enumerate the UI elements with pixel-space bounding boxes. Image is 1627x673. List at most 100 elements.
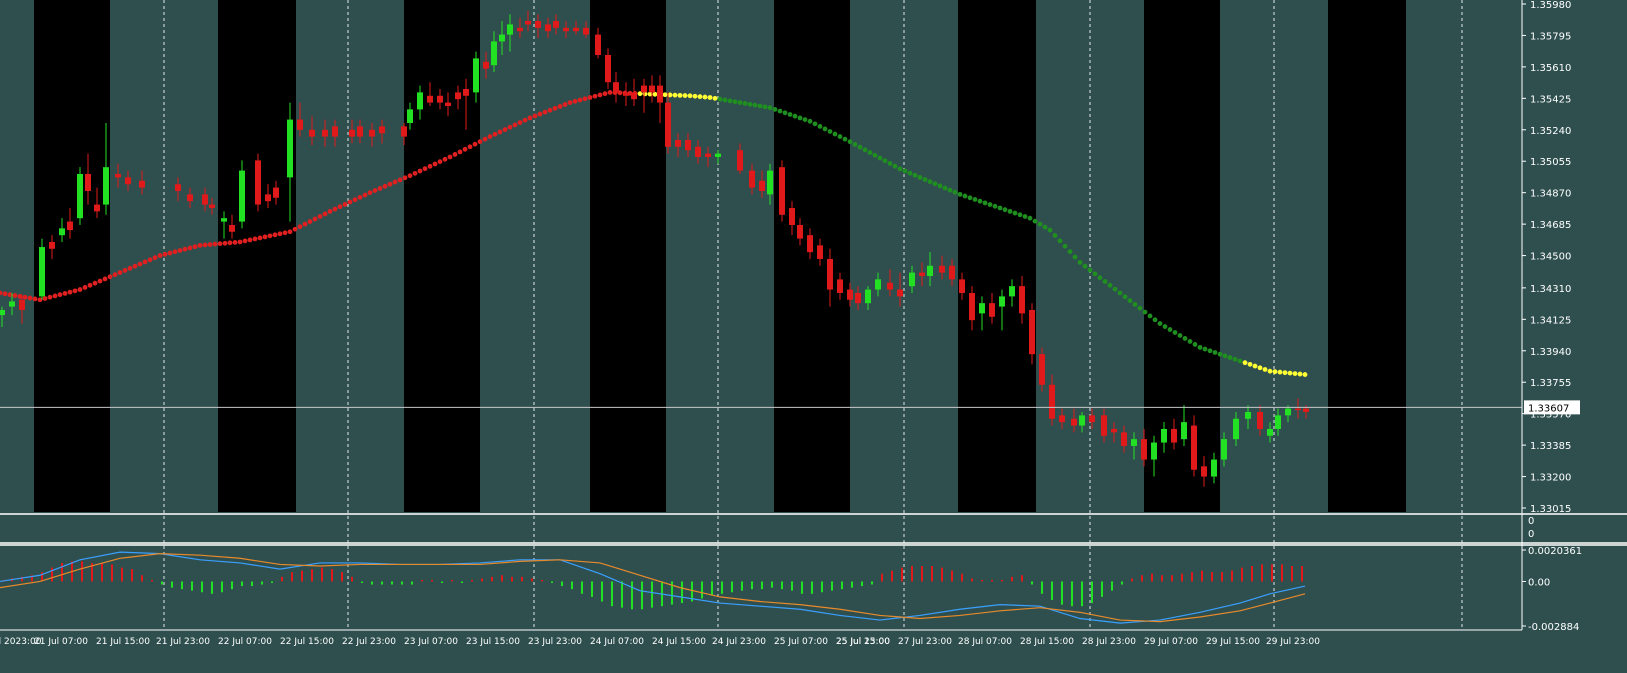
candle-body: [229, 224, 235, 232]
candle-body: [553, 20, 559, 28]
trend-dot: [1292, 371, 1298, 376]
candle-body: [535, 20, 541, 28]
trend-dot: [682, 93, 688, 98]
trend-dot: [677, 92, 683, 98]
trend-dot: [792, 113, 798, 119]
trend-dot: [542, 109, 548, 115]
trend-dot: [27, 295, 33, 301]
candle-body: [695, 146, 701, 157]
trend-dot: [1167, 327, 1173, 332]
candle-body: [455, 92, 461, 100]
candle-body: [1275, 415, 1281, 429]
trend-dot: [52, 293, 58, 299]
candle-body: [1121, 432, 1127, 446]
candle-body: [239, 170, 245, 222]
trend-dot: [982, 200, 988, 206]
time-tick-label: 23 Jul 07:00: [404, 637, 458, 647]
trend-dot: [127, 265, 133, 271]
time-tick-label: 29 Jul 23:00: [1266, 637, 1320, 647]
candle-body: [401, 126, 407, 137]
candle-body: [641, 85, 647, 93]
candle-body: [927, 265, 933, 276]
trend-dot: [1172, 330, 1178, 335]
trend-dot: [72, 288, 78, 294]
time-tick-label: 29 Jul 15:00: [1206, 637, 1260, 647]
trend-dot: [1117, 290, 1123, 296]
trend-dot: [512, 122, 518, 128]
trend-dot: [307, 219, 313, 224]
trend-dot: [332, 206, 338, 212]
candle-body: [507, 24, 513, 35]
time-tick-label: 25 Jul 07:00: [774, 637, 828, 647]
trend-dot: [1207, 348, 1213, 354]
candle-body: [1019, 286, 1025, 314]
trend-dot: [592, 93, 598, 99]
candle-body: [1049, 384, 1055, 419]
trend-dot: [892, 163, 898, 169]
price-tick-label: 1.35240: [1530, 126, 1571, 137]
trend-dot: [902, 168, 908, 174]
trend-dot: [1252, 363, 1258, 369]
trend-dot: [337, 204, 343, 210]
dark-band: [218, 0, 296, 512]
trend-dot: [1202, 346, 1208, 352]
chart-canvas: 1.35980 1.35795 1.35610 1.35425 1.35240 1.350…: [0, 0, 1627, 673]
trend-dot: [347, 199, 353, 205]
trend-dot: [567, 100, 573, 105]
trend-dot: [1132, 302, 1138, 307]
trend-dot: [47, 294, 53, 300]
trend-dot: [1087, 267, 1093, 273]
candle-body: [139, 180, 145, 188]
trend-dot: [1302, 372, 1308, 377]
trend-dot: [947, 187, 953, 193]
trend-dot: [292, 226, 298, 232]
trend-dot: [317, 214, 323, 219]
price-tick-label: 1.33755: [1530, 378, 1571, 389]
trend-dot: [487, 134, 493, 139]
trend-dot: [247, 237, 253, 243]
price-tick-label: 1.35795: [1530, 31, 1571, 42]
candle-body: [1059, 415, 1065, 423]
candle-body: [499, 34, 505, 42]
trend-dot: [737, 100, 743, 105]
trend-dot: [217, 241, 223, 247]
trend-dot: [147, 257, 153, 263]
candle-body: [897, 289, 903, 297]
trend-dot: [1192, 341, 1198, 347]
candle-body: [875, 279, 881, 290]
trend-dot: [372, 188, 378, 193]
trend-dot: [1257, 365, 1263, 371]
trend-dot: [412, 170, 418, 176]
trend-dot: [837, 134, 843, 139]
trend-dot: [532, 113, 538, 119]
trend-dot: [282, 230, 288, 236]
trend-dot: [1157, 321, 1163, 326]
trend-dot: [1042, 224, 1048, 230]
trend-dot: [907, 170, 913, 176]
candle-body: [0, 309, 5, 316]
trend-dot: [1077, 259, 1083, 265]
trend-dot: [482, 136, 488, 142]
candle-body: [59, 228, 65, 236]
trend-dot: [1107, 282, 1113, 288]
candle-body: [255, 160, 261, 205]
candle-body: [525, 20, 531, 25]
candle-body: [491, 41, 497, 66]
trend-dot: [772, 106, 778, 112]
subwindow-label: 0: [1528, 529, 1534, 540]
candle-body: [959, 279, 965, 293]
trend-dot: [407, 173, 413, 179]
trend-dot: [842, 136, 848, 142]
dark-band: [774, 0, 850, 512]
trend-dot: [872, 152, 878, 158]
candle-body: [1245, 411, 1251, 419]
candle-body: [583, 27, 589, 35]
trend-dot: [1277, 369, 1283, 375]
trend-dot: [357, 194, 363, 200]
candle-body: [1201, 466, 1207, 477]
trend-dot: [1162, 324, 1168, 329]
trend-dot: [747, 101, 753, 107]
trend-dot: [342, 201, 348, 207]
trend-dot: [497, 129, 503, 135]
trend-dot: [2, 291, 8, 297]
